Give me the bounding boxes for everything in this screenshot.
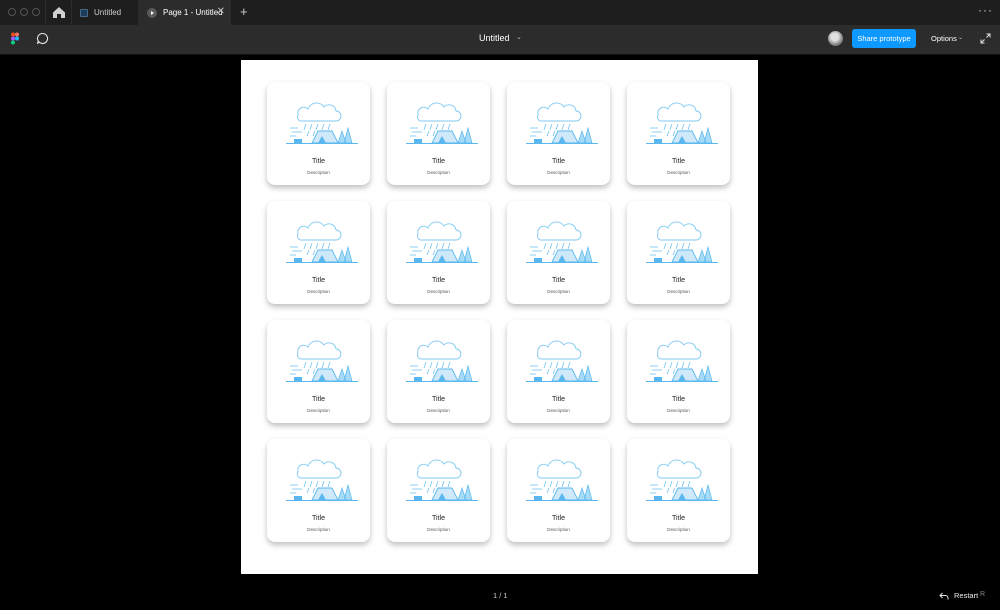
card[interactable]: Title Description: [267, 439, 370, 542]
figma-logo-icon[interactable]: [11, 32, 19, 45]
options-button[interactable]: Options: [931, 34, 957, 43]
play-icon: [147, 7, 157, 18]
card[interactable]: Title Description: [627, 320, 730, 423]
card-title: Title: [432, 158, 445, 165]
card-title: Title: [672, 396, 685, 403]
camping-rain-illustration: [286, 340, 358, 382]
tab-bar: Untitled Page 1 - Untitled ✕ + ···: [0, 0, 1000, 26]
card[interactable]: Title Description: [507, 82, 610, 185]
camping-rain-illustration: [646, 459, 718, 501]
home-icon[interactable]: [52, 6, 66, 19]
card[interactable]: Title Description: [627, 82, 730, 185]
camping-rain-illustration: [406, 221, 478, 263]
expand-icon[interactable]: [980, 33, 991, 44]
card-description: Description: [427, 408, 450, 413]
camping-rain-illustration: [526, 102, 598, 144]
card[interactable]: Title Description: [387, 320, 490, 423]
card-description: Description: [547, 289, 570, 294]
card-title: Title: [432, 277, 445, 284]
card-description: Description: [667, 527, 690, 532]
camping-rain-illustration: [406, 459, 478, 501]
tab-untitled-file[interactable]: Untitled: [72, 0, 138, 25]
window-minimize-dot[interactable]: [20, 8, 28, 16]
card-description: Description: [307, 170, 330, 175]
card-title: Title: [552, 396, 565, 403]
camping-rain-illustration: [526, 221, 598, 263]
tab-label: Page 1 - Untitled: [163, 8, 223, 17]
camping-rain-illustration: [646, 340, 718, 382]
card[interactable]: Title Description: [387, 82, 490, 185]
card[interactable]: Title Description: [507, 439, 610, 542]
card-description: Description: [307, 527, 330, 532]
card-description: Description: [667, 408, 690, 413]
camping-rain-illustration: [526, 340, 598, 382]
add-tab-button[interactable]: +: [240, 5, 248, 19]
card-title: Title: [672, 277, 685, 284]
card[interactable]: Title Description: [627, 439, 730, 542]
more-menu-button[interactable]: ···: [978, 3, 993, 17]
card-description: Description: [547, 527, 570, 532]
tab-label: Untitled: [94, 8, 122, 17]
card-title: Title: [552, 158, 565, 165]
file-title[interactable]: Untitled: [479, 33, 510, 43]
card[interactable]: Title Description: [627, 201, 730, 304]
card-title: Title: [672, 158, 685, 165]
card-title: Title: [552, 515, 565, 522]
card-title: Title: [312, 396, 325, 403]
camping-rain-illustration: [286, 459, 358, 501]
card[interactable]: Title Description: [387, 439, 490, 542]
camping-rain-illustration: [286, 221, 358, 263]
card-description: Description: [427, 170, 450, 175]
camping-rain-illustration: [646, 102, 718, 144]
card-title: Title: [312, 515, 325, 522]
tab-prototype-page[interactable]: Page 1 - Untitled ✕: [139, 0, 231, 25]
card-description: Description: [427, 527, 450, 532]
camping-rain-illustration: [406, 102, 478, 144]
camping-rain-illustration: [646, 221, 718, 263]
tab-divider: [45, 0, 46, 25]
page-counter: 1 / 1: [493, 591, 508, 600]
camping-rain-illustration: [406, 340, 478, 382]
card-title: Title: [312, 277, 325, 284]
comment-icon[interactable]: [36, 32, 49, 45]
prototype-toolbar: Untitled ⌄ Share prototype Options ⌄: [0, 25, 1000, 55]
prototype-frame: Title Description Title Description Title Des…: [241, 60, 758, 574]
restart-icon[interactable]: [939, 591, 949, 601]
card-title: Title: [312, 158, 325, 165]
card[interactable]: Title Description: [267, 82, 370, 185]
card[interactable]: Title Description: [267, 201, 370, 304]
card-description: Description: [667, 289, 690, 294]
card[interactable]: Title Description: [267, 320, 370, 423]
restart-shortcut-key: R: [980, 591, 986, 598]
window-zoom-dot[interactable]: [32, 8, 40, 16]
card-description: Description: [547, 408, 570, 413]
card-description: Description: [427, 289, 450, 294]
card-title: Title: [432, 515, 445, 522]
card-title: Title: [552, 277, 565, 284]
card-description: Description: [307, 408, 330, 413]
card-description: Description: [667, 170, 690, 175]
card-description: Description: [307, 289, 330, 294]
card-title: Title: [432, 396, 445, 403]
card[interactable]: Title Description: [507, 320, 610, 423]
camping-rain-illustration: [286, 102, 358, 144]
card[interactable]: Title Description: [387, 201, 490, 304]
avatar[interactable]: [828, 31, 843, 46]
restart-button[interactable]: Restart: [954, 591, 978, 600]
share-prototype-button[interactable]: Share prototype: [852, 29, 916, 48]
close-tab-icon[interactable]: ✕: [217, 6, 225, 18]
card[interactable]: Title Description: [507, 201, 610, 304]
chevron-down-icon[interactable]: ⌄: [516, 33, 522, 41]
chevron-down-icon[interactable]: ⌄: [958, 34, 963, 41]
window-close-dot[interactable]: [8, 8, 16, 16]
camping-rain-illustration: [526, 459, 598, 501]
file-icon: [80, 8, 88, 17]
card-title: Title: [672, 515, 685, 522]
card-description: Description: [547, 170, 570, 175]
